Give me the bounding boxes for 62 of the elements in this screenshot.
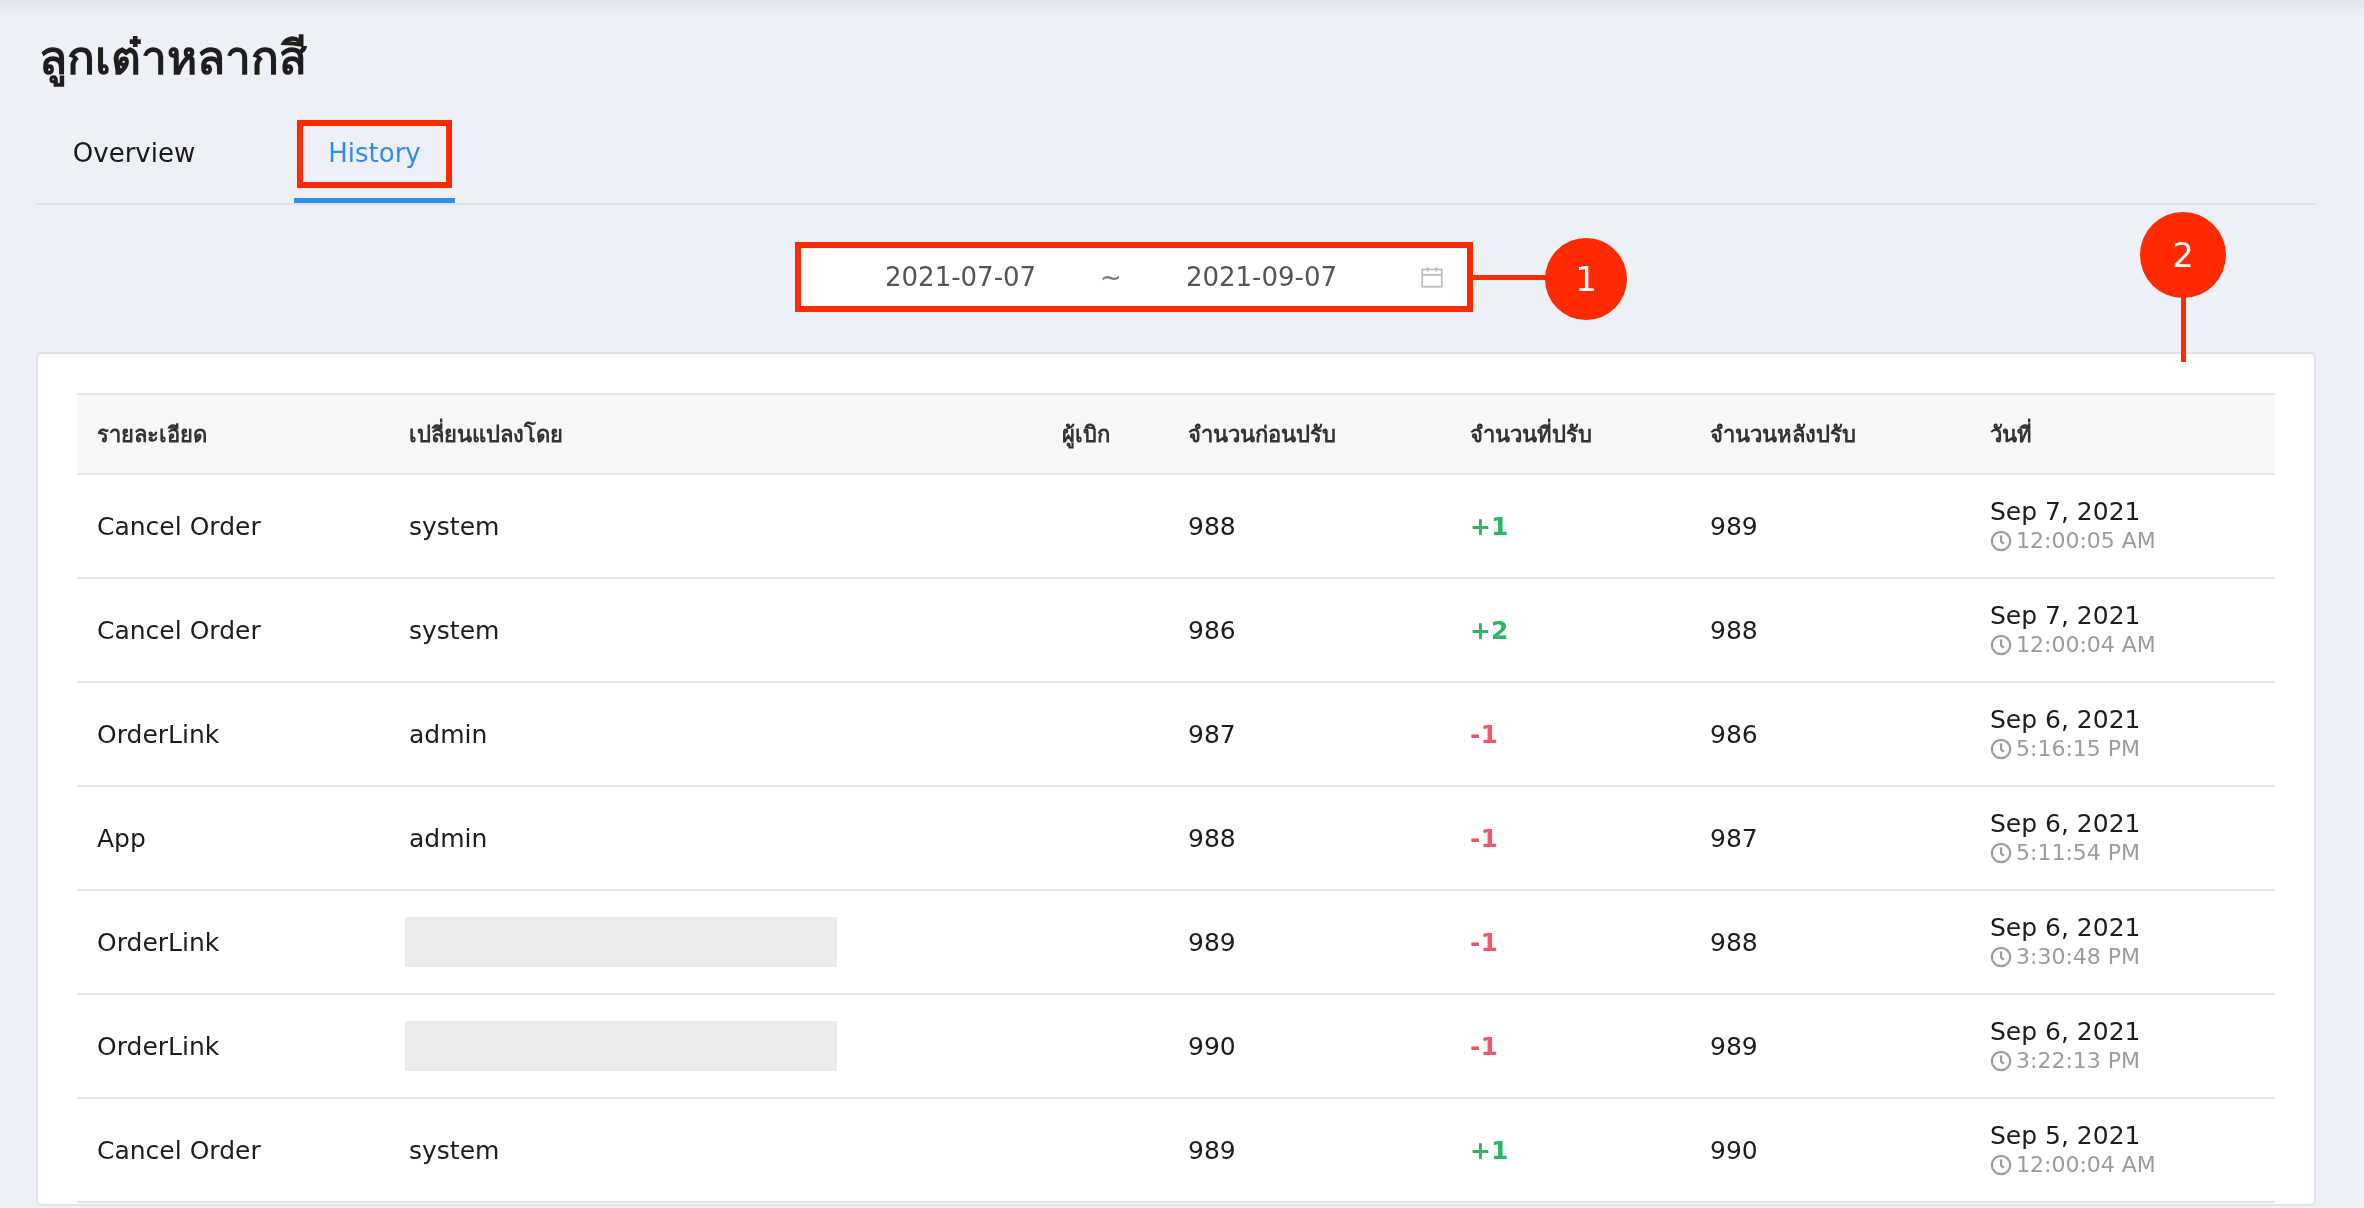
detail-cell-text: Cancel Order [96,1135,262,1165]
after-cell-text: 988 [1709,615,1759,645]
change-cell-text: -1 [1469,927,1499,957]
change-cell-text: +1 [1469,1135,1510,1165]
start-date: 2021-07-07 [885,262,1037,292]
before-cell-text: 989 [1187,1135,1237,1165]
end-date: 2021-09-07 [1185,262,1337,292]
date-text: Sep 6, 2021 [1990,1017,2142,1047]
date-text: Sep 6, 2021 [1990,809,2142,839]
date-range-picker[interactable]: 2021-07-07 ~ 2021-09-07 [795,242,1473,312]
time-text: 12:00:04 AM [2016,631,2156,659]
detail-cell-text: Cancel Order [96,511,262,541]
changed-by-cell-text: admin [408,823,489,853]
change-cell-text: +1 [1469,511,1510,541]
time-text: 3:30:48 PM [2016,943,2141,971]
after-cell-text: 987 [1709,823,1759,853]
before-cell-text: 988 [1187,511,1237,541]
detail-cell-text: OrderLink [96,1031,221,1061]
after-cell-text: 990 [1709,1135,1759,1165]
column-header: จำนวนหลังปรับ [1709,420,1857,449]
column-header: จำนวนที่ปรับ [1450,416,1690,452]
column-header: วันที่ [1970,416,2275,452]
after-cell-text: 988 [1709,927,1759,957]
column-header: จำนวนก่อนปรับ [1187,420,1337,449]
change-cell-text: +2 [1469,615,1510,645]
after-cell-text: 989 [1709,511,1759,541]
date-text: Sep 7, 2021 [1990,497,2142,527]
column-header: รายละเอียด [96,420,208,449]
before-cell-text: 987 [1187,719,1237,749]
changed-by-cell-text: system [408,615,501,645]
range-separator: ~ [1100,262,1122,292]
before-cell-text: 990 [1187,1031,1237,1061]
after-cell-text: 986 [1709,719,1759,749]
date-text: Sep 6, 2021 [1990,913,2142,943]
detail-cell-text: Cancel Order [96,615,262,645]
time-text: 12:00:05 AM [2016,527,2156,555]
detail-cell-text: OrderLink [96,927,221,957]
date-text: Sep 6, 2021 [1990,705,2142,735]
time-text: 12:00:04 AM [2016,1151,2156,1179]
time-text: 5:16:15 PM [2016,735,2141,763]
before-cell-text: 989 [1187,927,1237,957]
page-title: ลูกเต๋าหลากสี [39,30,308,89]
changed-by-cell-text: system [408,511,501,541]
column-header: เปลี่ยนแปลงโดย [389,416,949,452]
changed-by-cell-text: system [408,1135,501,1165]
changed-by-cell-text: admin [408,719,489,749]
date-text: Sep 5, 2021 [1990,1121,2142,1151]
date-text: Sep 7, 2021 [1990,601,2142,631]
detail-cell-text: App [96,823,147,853]
change-cell-text: -1 [1469,719,1499,749]
callout-marker: 2 [2140,212,2226,298]
before-cell-text: 986 [1187,615,1237,645]
callout-marker: 1 [1545,238,1627,320]
detail-cell-text: OrderLink [96,719,221,749]
time-text: 5:11:54 PM [2016,839,2141,867]
change-cell-text: -1 [1469,1031,1499,1061]
time-text: 3:22:13 PM [2016,1047,2141,1075]
before-cell-text: 988 [1187,823,1237,853]
after-cell-text: 989 [1709,1031,1759,1061]
tab[interactable]: Overview [36,120,232,203]
change-cell-text: -1 [1469,823,1499,853]
column-header: ผู้เบิก [1061,420,1111,451]
